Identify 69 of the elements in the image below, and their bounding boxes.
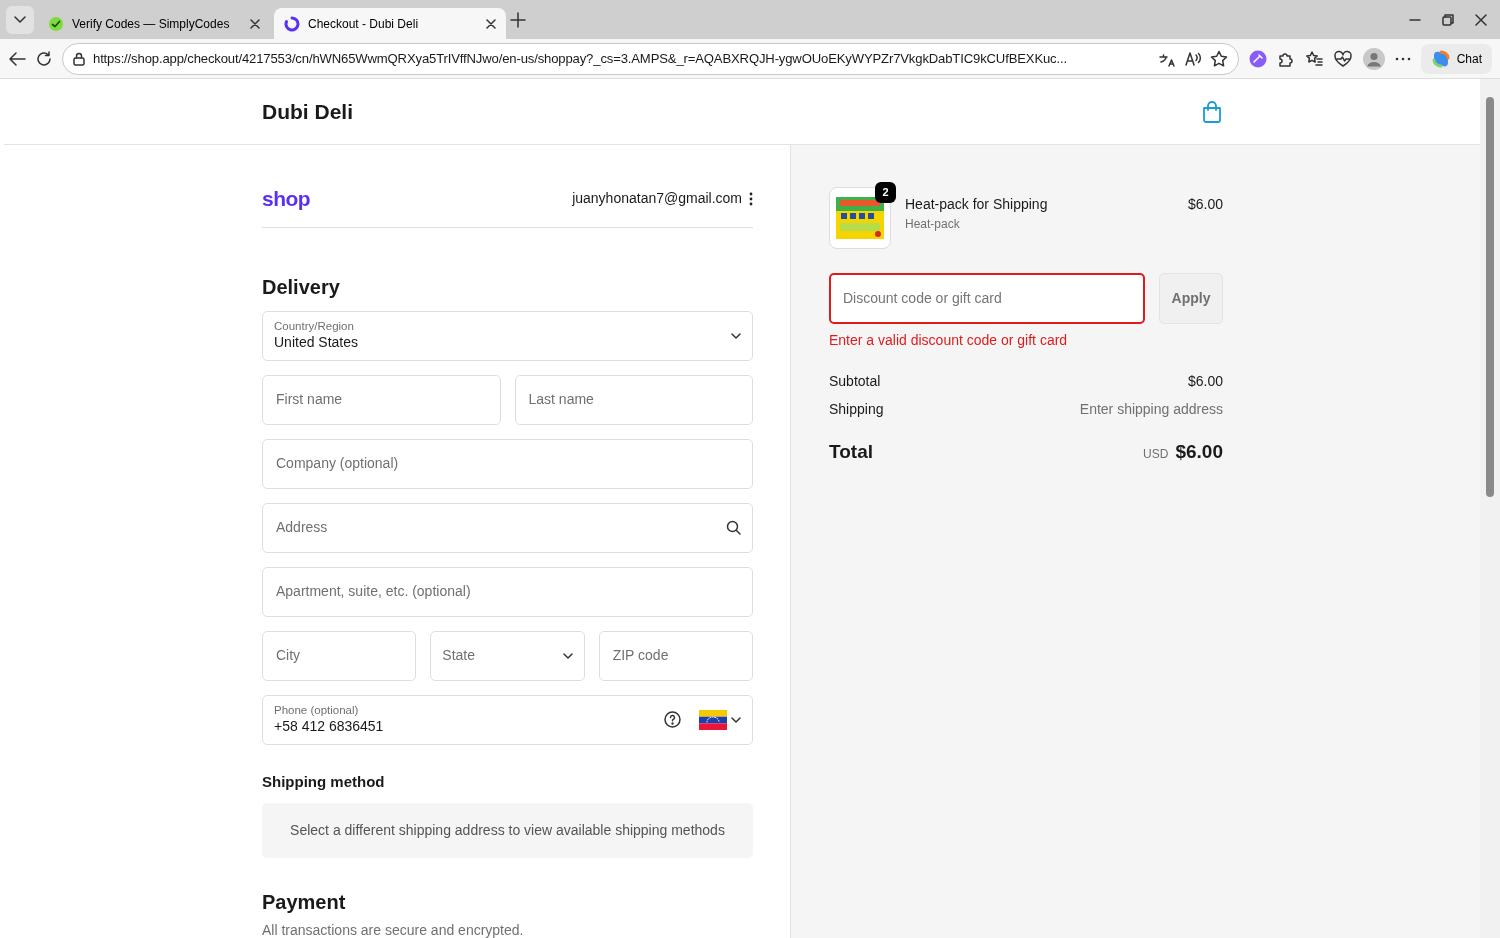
input-field[interactable]: City <box>274 644 405 667</box>
tab-list-button[interactable] <box>6 5 34 34</box>
error-message: Enter a valid discount code or gift card <box>829 331 1069 350</box>
select-field[interactable]: Country/Region United States <box>262 310 753 361</box>
text-field[interactable]: City <box>262 630 417 681</box>
chevron-down-icon[interactable] <box>731 716 741 723</box>
close-icon[interactable] <box>1475 13 1487 26</box>
info-notice: Select a different shipping address to view available shipping methods <box>262 802 753 858</box>
address-bar[interactable]: https://shop.app/checkout/4217553/cn/hWN65WwmQRXya5TrIVffNJwo/en-us/shoppay?_cs=3.AMPS&_r=AQABXRQJH-ygwOUoEKyWYPZr7VkgkDabTIC9kCUfBEXKuc... <box>62 42 1239 75</box>
summary-value: Enter shipping address <box>1079 400 1223 419</box>
close-icon[interactable] <box>250 18 260 29</box>
star-icon[interactable] <box>1209 49 1228 68</box>
heart-pulse-icon[interactable] <box>1332 49 1353 68</box>
chat-button[interactable]: Chat <box>1420 43 1492 74</box>
kebab-menu-icon[interactable] <box>749 191 753 206</box>
discount-field[interactable]: Discount code or gift card <box>829 273 1145 324</box>
product-variant: Heat-pack <box>905 216 961 233</box>
text-field[interactable]: Last name <box>514 374 753 425</box>
avatar-icon[interactable] <box>1362 47 1385 70</box>
text-field[interactable]: Address <box>262 502 753 553</box>
text-field[interactable]: Apartment, suite, etc. (optional) <box>262 566 753 617</box>
input-field[interactable]: Address <box>274 516 726 539</box>
chevron-down-icon <box>731 332 741 339</box>
close-icon[interactable] <box>486 18 496 29</box>
search-icon[interactable] <box>726 520 741 535</box>
browser-tab[interactable]: Checkout - Dubi Deli <box>274 8 506 39</box>
summary-label: Shipping <box>829 400 884 419</box>
read-aloud-icon[interactable] <box>1183 50 1202 67</box>
favorites-icon[interactable] <box>1304 49 1323 68</box>
flag-icon[interactable] <box>699 709 727 730</box>
input-field[interactable]: ZIP code <box>610 644 741 667</box>
chevron-down-icon <box>562 652 573 659</box>
input-field[interactable]: First name <box>274 388 489 411</box>
security-note: All transactions are secure and encrypted. <box>262 920 525 938</box>
currency-code: USD <box>1143 446 1169 463</box>
input-field[interactable]: Last name <box>526 388 741 411</box>
account-email: juanyhonatan7@gmail.com <box>572 189 742 209</box>
bag-icon[interactable] <box>1202 100 1222 123</box>
more-icon[interactable] <box>1394 56 1411 61</box>
phone-field[interactable]: Phone (optional) +58 412 6836451 <box>262 694 753 745</box>
plus-icon[interactable] <box>510 11 526 28</box>
reload-icon[interactable] <box>36 50 52 67</box>
total-amount: $6.00 <box>1175 440 1223 464</box>
store-name: Dubi Deli <box>262 98 353 125</box>
browser-tab[interactable]: Verify Codes — SimplyCodes <box>38 8 270 39</box>
chevron-down-icon <box>14 15 26 24</box>
lock-icon <box>73 51 85 66</box>
product-price: $6.00 <box>1187 195 1223 214</box>
ring-icon <box>284 15 300 32</box>
section-heading: Shipping method <box>262 772 386 791</box>
text-field[interactable]: ZIP code <box>598 630 753 681</box>
scrollbar-thumb[interactable] <box>1486 97 1494 497</box>
shop-logo: shop <box>262 186 311 212</box>
section-heading: Payment <box>262 889 347 914</box>
quantity-badge: 2 <box>875 182 896 203</box>
select-field[interactable]: State <box>430 630 585 681</box>
apply-button[interactable]: Apply <box>1159 273 1223 324</box>
total-label: Total <box>829 440 873 464</box>
back-arrow-icon[interactable] <box>8 50 26 67</box>
product-name: Heat-pack for Shipping <box>905 195 1049 214</box>
input-field[interactable]: Apartment, suite, etc. (optional) <box>274 580 741 603</box>
text-field[interactable]: First name <box>262 374 501 425</box>
restore-icon[interactable] <box>1442 13 1454 26</box>
summary-label: Subtotal <box>829 372 881 391</box>
help-icon[interactable] <box>664 711 681 728</box>
input-field[interactable]: Company (optional) <box>274 452 741 475</box>
text-field[interactable]: Company (optional) <box>262 438 753 489</box>
section-heading: Delivery <box>262 274 341 299</box>
summary-value: $6.00 <box>1187 372 1223 391</box>
